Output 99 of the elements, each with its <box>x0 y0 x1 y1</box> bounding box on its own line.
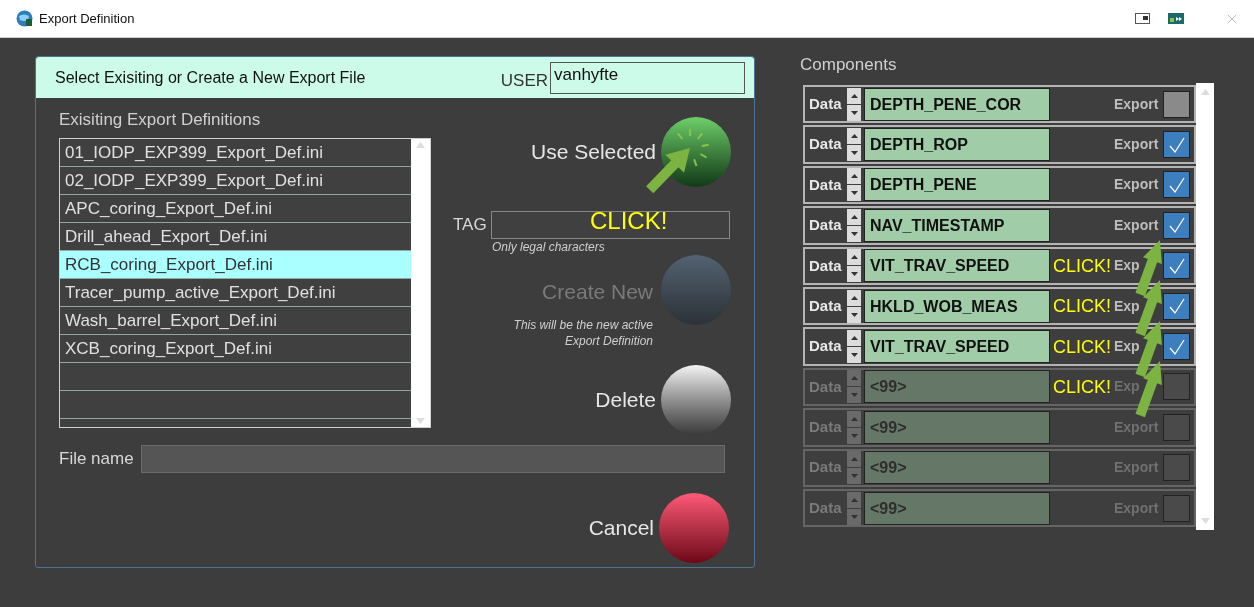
data-label: Data <box>809 417 843 438</box>
click-annotation: CLICK! <box>590 206 668 236</box>
component-field[interactable]: DEPTH_PENE <box>864 168 1050 202</box>
export-checkbox[interactable] <box>1163 252 1190 280</box>
caret-up-icon <box>850 497 858 502</box>
caret-up-icon <box>850 174 858 179</box>
caret-down-icon <box>850 272 858 277</box>
export-label: Export <box>1114 94 1160 114</box>
caret-down-icon <box>850 191 858 196</box>
caret-up-icon <box>850 134 858 139</box>
spin-up-button[interactable] <box>847 87 861 104</box>
list-item[interactable]: RCB_coring_Export_Def.ini <box>60 251 411 279</box>
data-label: Data <box>809 93 843 114</box>
action-label: Cancel <box>588 514 654 541</box>
export-label: Export <box>1114 215 1160 235</box>
action-label: Delete <box>595 386 656 413</box>
caret-up-icon <box>850 336 858 341</box>
create-note: This will be the new active Export Definition <box>513 316 653 349</box>
export-label: Exp <box>1114 256 1141 276</box>
export-checkbox[interactable] <box>1163 292 1190 320</box>
action-label: Use Selected <box>531 139 656 166</box>
caret-up-icon <box>850 214 858 219</box>
panel-icon[interactable] <box>1135 13 1150 24</box>
components-title: Components <box>800 54 898 74</box>
data-label: Data <box>809 134 843 155</box>
action-label: Create New <box>542 279 653 305</box>
spin-up-button[interactable] <box>847 168 861 185</box>
caret-down-icon <box>850 433 858 438</box>
file-name-label: File name <box>59 447 135 470</box>
data-label: Data <box>809 336 843 357</box>
export-checkbox[interactable] <box>1163 171 1190 199</box>
click-annotation: CLICK! <box>1053 376 1112 398</box>
component-field[interactable]: HKLD_WOB_MEAS <box>864 289 1050 323</box>
tag-field[interactable] <box>491 211 730 239</box>
component-field[interactable]: DEPTH_PENE_COR <box>864 87 1050 121</box>
click-annotation: CLICK! <box>1053 336 1112 358</box>
data-label: Data <box>809 255 843 276</box>
export-label: Exp <box>1114 296 1141 316</box>
caret-up-icon <box>850 295 858 300</box>
spin-up-button[interactable] <box>847 289 861 306</box>
caret-down-icon <box>850 151 858 156</box>
user-label: USER <box>500 69 548 92</box>
check-icon <box>1167 256 1186 275</box>
caret-up-icon <box>850 93 858 98</box>
export-label: Export <box>1114 175 1160 195</box>
spin-up-button[interactable] <box>847 208 861 225</box>
caret-up-icon <box>850 457 858 462</box>
caret-up-icon <box>850 376 858 381</box>
caret-down-icon <box>850 474 858 479</box>
check-icon <box>1167 216 1186 235</box>
export-checkbox[interactable] <box>1163 333 1190 361</box>
data-label: Data <box>809 215 843 236</box>
click-annotation: CLICK! <box>1053 255 1112 277</box>
export-checkbox[interactable] <box>1163 131 1190 159</box>
check-icon <box>1167 337 1186 356</box>
caret-down-icon <box>850 312 858 317</box>
list-label: Exisiting Export Definitions <box>59 110 262 130</box>
spin-up-button[interactable] <box>847 249 861 266</box>
data-label: Data <box>809 376 843 397</box>
spin-up-button[interactable] <box>847 330 861 347</box>
spin-down-button[interactable] <box>847 347 861 364</box>
check-icon <box>1167 297 1186 316</box>
export-label: Exp <box>1114 337 1141 357</box>
caret-up-icon <box>850 255 858 260</box>
caret-down-icon <box>850 353 858 358</box>
spin-down-button[interactable] <box>847 266 861 283</box>
check-icon <box>1167 135 1186 154</box>
caret-down-icon <box>850 110 858 115</box>
spin-down-button[interactable] <box>847 306 861 323</box>
window-title: Export Definition <box>39 9 135 28</box>
click-annotation: CLICK! <box>1053 295 1112 317</box>
component-field[interactable]: NAV_TIMESTAMP <box>864 208 1050 242</box>
spin-down-button[interactable] <box>847 185 861 202</box>
spin-down-button[interactable] <box>847 104 861 121</box>
spin-up-button[interactable] <box>847 128 861 145</box>
component-field[interactable]: VIT_TRAV_SPEED <box>864 249 1050 283</box>
caret-up-icon <box>850 416 858 421</box>
export-label: Export <box>1114 135 1160 155</box>
check-icon <box>1167 175 1186 194</box>
caret-down-icon <box>850 514 858 519</box>
media-icon[interactable] <box>1168 13 1184 24</box>
data-label: Data <box>809 497 843 518</box>
globe-icon <box>16 10 33 27</box>
caret-down-icon <box>850 393 858 398</box>
data-label: Data <box>809 295 843 316</box>
data-label: Data <box>809 457 843 478</box>
tag-hint: Only legal characters <box>492 239 606 255</box>
panel-title: Select Exisiting or Create a New Export File <box>55 67 366 88</box>
export-checkbox[interactable] <box>1163 90 1190 118</box>
component-field[interactable]: DEPTH_ROP <box>864 128 1050 162</box>
caret-down-icon <box>850 231 858 236</box>
export-checkbox[interactable] <box>1163 211 1190 239</box>
data-label: Data <box>809 174 843 195</box>
user-field[interactable]: vanhyfte <box>550 61 745 94</box>
spin-down-button[interactable] <box>847 225 861 242</box>
file-name-field[interactable] <box>141 444 725 473</box>
spin-down-button[interactable] <box>847 145 861 162</box>
component-field[interactable]: VIT_TRAV_SPEED <box>864 330 1050 364</box>
tag-label: TAG <box>453 214 488 237</box>
